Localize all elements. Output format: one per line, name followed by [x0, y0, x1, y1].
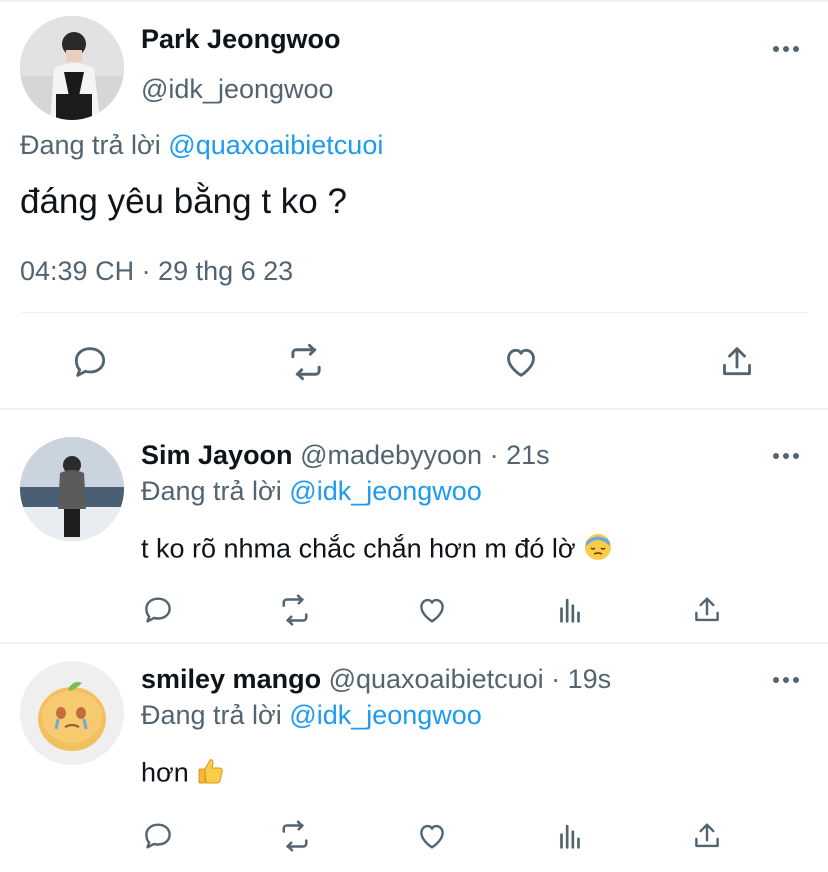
sweat-face-emoji — [583, 532, 613, 569]
more-icon[interactable] — [773, 453, 801, 461]
mention-link[interactable]: @idk_jeongwoo — [289, 476, 482, 506]
like-icon[interactable] — [412, 590, 452, 630]
reply-context: Đang trả lời @quaxoaibietcuoi — [20, 130, 383, 161]
avatar[interactable] — [20, 16, 124, 120]
avatar[interactable] — [20, 437, 124, 541]
handle[interactable]: @idk_jeongwoo — [141, 74, 334, 105]
share-icon[interactable] — [687, 816, 727, 856]
reply-context: Đang trả lời @idk_jeongwoo — [141, 700, 482, 731]
reply-icon[interactable] — [138, 816, 178, 856]
main-tweet: Park Jeongwoo @idk_jeongwoo Đang trả lời… — [0, 0, 828, 410]
timestamp[interactable]: 04:39 CH · 29 thg 6 23 — [20, 256, 293, 287]
tweet-text-content: hơn — [141, 757, 189, 788]
like-icon[interactable] — [412, 816, 452, 856]
like-icon[interactable] — [499, 340, 543, 384]
tweet-text: hơn — [141, 756, 226, 793]
display-name[interactable]: Park Jeongwoo — [141, 24, 341, 55]
avatar[interactable] — [20, 661, 124, 765]
time-ago[interactable]: · 19s — [551, 664, 611, 694]
reply-prefix: Đang trả lời — [20, 130, 161, 160]
reply-icon[interactable] — [138, 590, 178, 630]
analytics-icon[interactable] — [550, 590, 590, 630]
analytics-icon[interactable] — [550, 816, 590, 856]
share-icon[interactable] — [687, 590, 727, 630]
retweet-icon[interactable] — [284, 340, 328, 384]
reply-context: Đang trả lời @idk_jeongwoo — [141, 476, 482, 507]
retweet-icon[interactable] — [275, 590, 315, 630]
handle[interactable]: @quaxoaibietcuoi — [329, 664, 544, 694]
reply-prefix: Đang trả lời — [141, 700, 282, 730]
mention-link[interactable]: @quaxoaibietcuoi — [168, 130, 383, 160]
reply-header: smiley mango @quaxoaibietcuoi · 19s — [141, 664, 611, 695]
thumbs-up-emoji — [196, 756, 226, 793]
display-name[interactable]: smiley mango — [141, 664, 321, 694]
reply-tweet[interactable]: smiley mango @quaxoaibietcuoi · 19s Đang… — [0, 634, 828, 870]
more-icon[interactable] — [773, 677, 801, 685]
tweet-text: đáng yêu bằng t ko ? — [20, 182, 347, 221]
share-icon[interactable] — [715, 340, 759, 384]
time-ago[interactable]: · 21s — [490, 440, 550, 470]
tweet-text: t ko rõ nhma chắc chắn hơn m đó lờ — [141, 532, 613, 569]
more-icon[interactable] — [773, 46, 801, 54]
mention-link[interactable]: @idk_jeongwoo — [289, 700, 482, 730]
retweet-icon[interactable] — [275, 816, 315, 856]
reply-header: Sim Jayoon @madebyyoon · 21s — [141, 440, 550, 471]
display-name[interactable]: Sim Jayoon — [141, 440, 293, 470]
reply-icon[interactable] — [68, 340, 112, 384]
divider — [20, 312, 808, 313]
reply-tweet[interactable]: Sim Jayoon @madebyyoon · 21s Đang trả lờ… — [0, 410, 828, 642]
reply-prefix: Đang trả lời — [141, 476, 282, 506]
handle[interactable]: @madebyyoon — [300, 440, 482, 470]
tweet-text-content: t ko rõ nhma chắc chắn hơn m đó lờ — [141, 533, 576, 564]
